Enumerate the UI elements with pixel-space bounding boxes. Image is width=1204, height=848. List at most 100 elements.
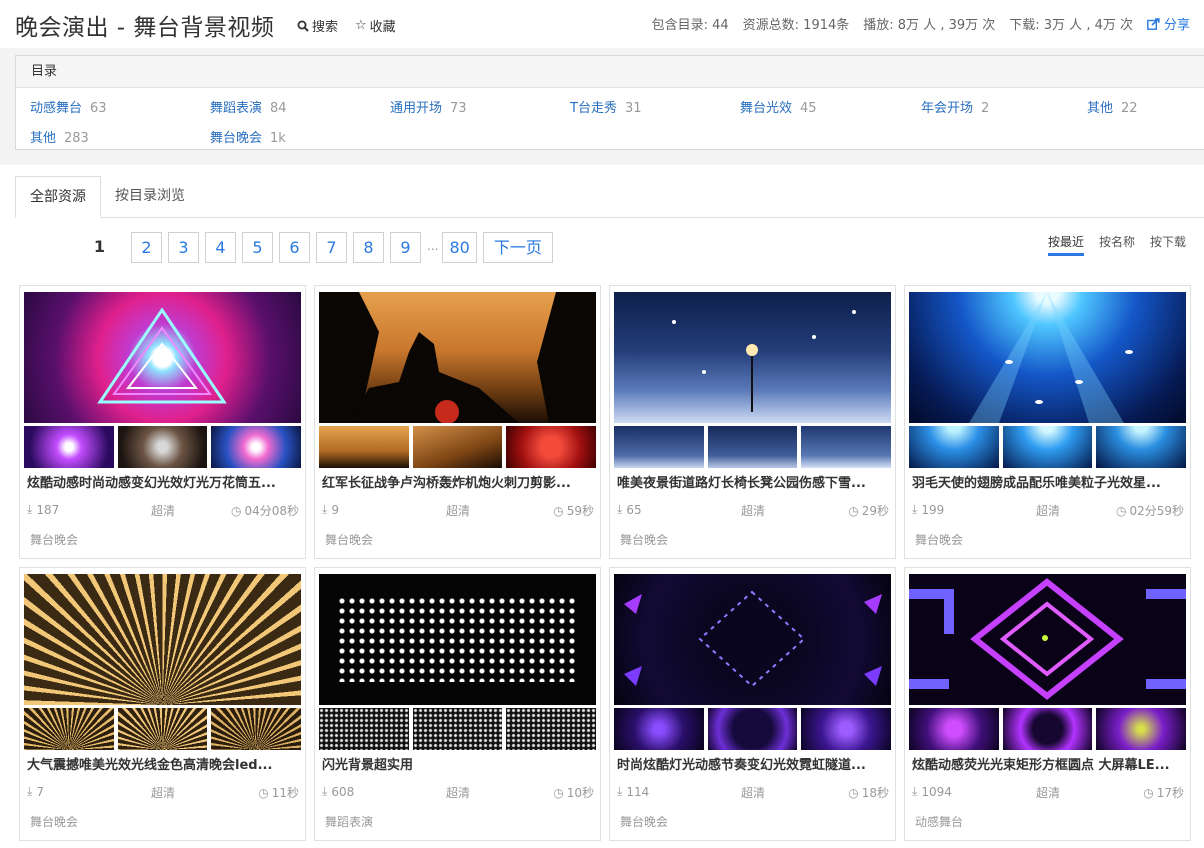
video-thumbnails (319, 708, 597, 750)
clock-icon: ◷ (1115, 503, 1127, 518)
page-link[interactable]: 8 (353, 232, 384, 263)
duration-value: 11秒 (271, 786, 299, 800)
catalog-item-name: 舞蹈表演 (210, 101, 263, 116)
search-button[interactable]: 搜索 (297, 16, 338, 35)
tab-browse-by-catalog[interactable]: 按目录浏览 (101, 176, 199, 218)
clock-icon: ◷ (553, 503, 564, 518)
tab-all-resources[interactable]: 全部资源 (15, 176, 101, 218)
page-link[interactable]: 7 (316, 232, 347, 263)
video-duration: ◷ 11秒 (258, 784, 299, 801)
thumbnail (412, 708, 503, 750)
thumbnail (909, 708, 999, 750)
duration-value: 29秒 (861, 504, 889, 518)
pagination: 1 2 3 4 5 6 7 8 9 ... 80 下一页 (84, 232, 559, 263)
video-duration: ◷ 04分08秒 (231, 502, 299, 519)
video-duration: ◷ 02分59秒 (1116, 502, 1184, 519)
search-icon (297, 20, 309, 32)
video-category: 舞台晚会 (30, 815, 79, 829)
thumbnail (211, 426, 302, 468)
duration-value: 10秒 (566, 786, 594, 800)
video-preview (24, 292, 301, 423)
tab-divider (15, 217, 1204, 218)
thumbnail (24, 426, 114, 468)
page-link[interactable]: 6 (279, 232, 310, 263)
thumbnail (614, 426, 704, 468)
stat-directories: 包含目录: 44 (651, 18, 729, 33)
catalog-item[interactable]: 舞台晚会 1k (210, 127, 286, 146)
clock-icon: ◷ (553, 785, 564, 800)
duration-value: 04分08秒 (244, 504, 299, 518)
video-card[interactable]: 炫酷动感荧光光束矩形方框圆点 大屏幕LE... ⤓ 1094 超清 ◷ 17秒 动感… (904, 567, 1191, 841)
catalog-item-count: 63 (90, 101, 107, 116)
video-title: 时尚炫酷灯光动感节奏变幻光效霓虹隧道... (617, 758, 866, 773)
page-link[interactable]: 4 (205, 232, 236, 263)
sort-name[interactable]: 按名称 (1099, 233, 1135, 256)
thumbnail (117, 426, 208, 468)
catalog-item-count: 31 (624, 101, 642, 116)
catalog-item[interactable]: 其他 283 (30, 127, 89, 146)
video-title: 闪光背景超实用 (322, 758, 414, 773)
video-thumbnails (24, 708, 302, 750)
catalog-item[interactable]: 动感舞台 63 (30, 97, 107, 116)
sort-downloads[interactable]: 按下载 (1150, 233, 1186, 256)
clock-icon: ◷ (848, 785, 859, 800)
share-button[interactable]: 分享 (1147, 14, 1190, 33)
video-title: 红军长征战争卢沟桥轰炸机炮火刺刀剪影... (322, 476, 571, 491)
video-duration: ◷ 18秒 (848, 784, 889, 801)
page-current: 1 (84, 232, 115, 263)
favorite-button[interactable]: ☆ 收藏 (355, 16, 396, 35)
video-thumbnails (909, 426, 1187, 468)
catalog-item[interactable]: T台走秀 31 (570, 97, 642, 116)
star-icon: ☆ (355, 18, 367, 33)
next-page-button[interactable]: 下一页 (482, 232, 553, 263)
video-card[interactable]: 羽毛天使的翅膀成品配乐唯美粒子光效星... ⤓ 199 超清 ◷ 02分59秒 舞台… (904, 285, 1191, 559)
catalog-item-name: 动感舞台 (30, 101, 83, 116)
video-thumbnails (319, 426, 597, 468)
video-card[interactable]: 红军长征战争卢沟桥轰炸机炮火刺刀剪影... ⤓ 9 超清 ◷ 59秒 舞台晚会 (314, 285, 601, 559)
video-thumbnails (909, 708, 1187, 750)
catalog-panel: 目录 动感舞台 63 舞蹈表演 84 通用开场 73 T台走秀 31 舞台光效 45 年会… (15, 55, 1204, 150)
video-category: 舞蹈表演 (325, 815, 374, 829)
stat-total: 资源总数: 1914条 (742, 18, 850, 33)
catalog-item-count: 73 (450, 101, 467, 116)
video-preview (614, 292, 891, 423)
thumbnail (412, 426, 503, 468)
video-card[interactable]: 炫酷动感时尚动感变幻光效灯光万花筒五... ⤓ 187 超清 ◷ 04分08秒 舞台… (19, 285, 306, 559)
page-link[interactable]: 3 (168, 232, 199, 263)
catalog-item-count: 84 (270, 101, 287, 116)
thumbnail (707, 426, 798, 468)
thumbnail (211, 708, 302, 750)
thumbnail (1096, 426, 1187, 468)
page-link-last[interactable]: 80 (442, 232, 477, 263)
video-title: 唯美夜景街道路灯长椅长凳公园伤感下雪... (617, 476, 866, 491)
video-preview (24, 574, 301, 705)
page-link[interactable]: 2 (131, 232, 162, 263)
catalog-item[interactable]: 舞蹈表演 84 (210, 97, 287, 116)
catalog-item-count: 283 (64, 131, 89, 146)
video-card[interactable]: 大气震撼唯美光效光线金色高清晚会led... ⤓ 7 超清 ◷ 11秒 舞台晚会 (19, 567, 306, 841)
video-preview (614, 574, 891, 705)
video-category: 舞台晚会 (620, 815, 669, 829)
video-card[interactable]: 时尚炫酷灯光动感节奏变幻光效霓虹隧道... ⤓ 114 超清 ◷ 18秒 舞台晚会 (609, 567, 896, 841)
catalog-item[interactable]: 舞台光效 45 (740, 97, 817, 116)
share-icon (1147, 17, 1160, 30)
catalog-item[interactable]: 其他 22 (1087, 97, 1138, 116)
catalog-item[interactable]: 年会开场 2 (921, 97, 989, 116)
video-card[interactable]: 闪光背景超实用 ⤓ 608 超清 ◷ 10秒 舞蹈表演 (314, 567, 601, 841)
video-preview (909, 574, 1186, 705)
video-card[interactable]: 唯美夜景街道路灯长椅长凳公园伤感下雪... ⤓ 65 超清 ◷ 29秒 舞台晚会 (609, 285, 896, 559)
sort-recent[interactable]: 按最近 (1047, 233, 1084, 256)
page-header: 晚会演出 - 舞台背景视频 搜索 ☆ 收藏 包含目录: 44 资源总数: 191… (0, 0, 1204, 48)
page-link[interactable]: 5 (242, 232, 273, 263)
video-title: 羽毛天使的翅膀成品配乐唯美粒子光效星... (912, 476, 1161, 491)
duration-value: 59秒 (566, 504, 594, 518)
catalog-item-name: T台走秀 (570, 101, 617, 116)
sort-options: 按最近 按名称 按下载 (1047, 233, 1186, 256)
favorite-label: 收藏 (369, 20, 396, 35)
catalog-item[interactable]: 通用开场 73 (390, 97, 467, 116)
video-category: 舞台晚会 (30, 533, 79, 547)
thumbnail (117, 708, 208, 750)
catalog-item-count: 2 (981, 101, 990, 116)
video-category: 动感舞台 (915, 815, 964, 829)
page-link[interactable]: 9 (390, 232, 421, 263)
